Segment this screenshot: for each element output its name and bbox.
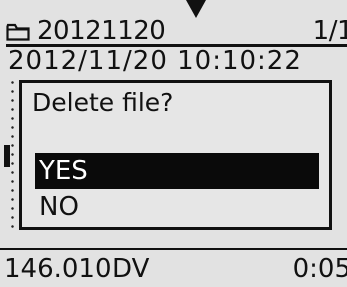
frequency-readout: 146.010 <box>4 254 112 284</box>
yes-option[interactable]: YES <box>35 153 319 189</box>
folder-name: 20121120 <box>37 16 166 46</box>
footer-divider <box>0 248 347 250</box>
mode-indicator: DV <box>112 254 150 284</box>
list-dotted-guide <box>11 78 14 228</box>
list-cursor-marker <box>4 145 10 167</box>
file-list-item[interactable]: 2012/11/20 10:10:22 <box>8 48 302 74</box>
no-option[interactable]: NO <box>35 190 319 224</box>
header-divider <box>6 44 347 47</box>
folder-icon <box>6 23 30 41</box>
page-indicator: 1/1 <box>312 16 347 46</box>
delete-confirm-dialog: Delete file? YES NO <box>19 80 332 230</box>
dialog-message: Delete file? <box>32 88 174 117</box>
folder-header: 20121120 1/1 <box>0 16 347 46</box>
timer-readout: 0:05 <box>292 254 347 284</box>
radio-display: 20121120 1/1 2012/11/20 10:10:22 Delete … <box>0 0 347 287</box>
